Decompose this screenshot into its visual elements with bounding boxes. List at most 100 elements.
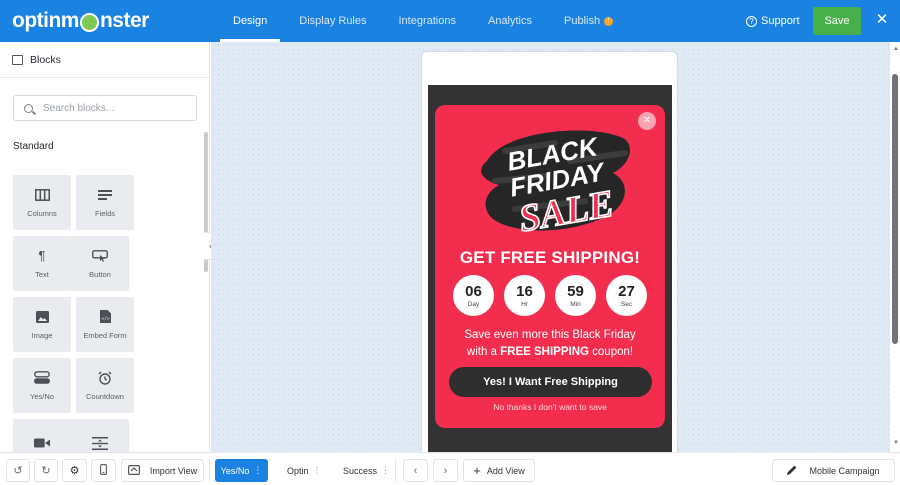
countdown-timer[interactable]: 06 Day 16 Hr 59 Min 27 Sec	[453, 275, 647, 317]
tab-design[interactable]: Design	[220, 0, 281, 42]
sidebar-header: Blocks	[0, 42, 209, 78]
block-label: Embed Form	[83, 330, 127, 340]
countdown-unit: Hr	[521, 300, 528, 308]
add-view-label: Add View	[486, 465, 525, 476]
embed-form-icon: </>	[97, 310, 113, 324]
import-view-label: Import View	[149, 465, 198, 476]
countdown-minutes: 59 Min	[555, 275, 596, 316]
import-icon	[127, 464, 140, 477]
support-link[interactable]: ? Support	[746, 0, 800, 42]
scroll-down-icon[interactable]: ▼	[893, 440, 899, 446]
pencil-icon	[787, 465, 797, 477]
block-text[interactable]: ¶ Text	[13, 236, 71, 291]
video-icon	[34, 436, 50, 450]
block-label: Countdown	[86, 391, 124, 401]
tab-label: Display Rules	[299, 15, 367, 27]
toolbar-divider	[395, 459, 396, 482]
view-tab-success[interactable]: Success ⋮	[343, 459, 390, 482]
countdown-unit: Min	[570, 300, 581, 308]
sidebar-title: Blocks	[30, 53, 61, 66]
tab-analytics[interactable]: Analytics	[475, 0, 545, 42]
block-label: Columns	[27, 208, 57, 218]
countdown-value: 59	[567, 282, 584, 300]
view-options-icon[interactable]: ⋮	[253, 465, 262, 476]
canvas-scroll-thumb[interactable]	[892, 74, 898, 344]
subtext-bold: FREE SHIPPING	[500, 346, 589, 358]
publish-status-badge: !	[604, 16, 614, 26]
tab-display-rules[interactable]: Display Rules	[286, 0, 379, 42]
block-yes-no[interactable]: Yes/No	[13, 358, 71, 413]
top-bar: optinm nster Design Display Rules Integra…	[0, 0, 900, 42]
section-title-standard: Standard	[13, 141, 54, 152]
block-button[interactable]: Button	[71, 236, 129, 291]
save-button[interactable]: Save	[813, 7, 861, 35]
campaign-name-button[interactable]: Mobile Campaign	[772, 459, 895, 482]
logo-text-end: nster	[99, 9, 149, 32]
block-image[interactable]: Image	[13, 297, 71, 352]
popup-headline[interactable]: GET FREE SHIPPING!	[435, 248, 665, 268]
optinmonster-logo[interactable]: optinm nster	[12, 8, 149, 34]
canvas-scrollbar[interactable]: ▲ ▼	[889, 42, 900, 452]
block-embed-form[interactable]: </> Embed Form	[76, 297, 134, 352]
mobile-preview-screen: ✕ BLACK FRIDAY SALE GET FREE SHIPPING! 0…	[428, 85, 672, 465]
block-columns[interactable]: Columns	[13, 175, 71, 230]
block-divider[interactable]	[71, 419, 129, 452]
tab-label: Integrations	[398, 15, 456, 27]
campaign-name-label: Mobile Campaign	[809, 465, 880, 476]
view-tab-yes-no[interactable]: Yes/No ⋮	[215, 459, 268, 482]
countdown-days: 06 Day	[453, 275, 494, 316]
scroll-up-icon[interactable]: ▲	[893, 46, 899, 52]
countdown-unit: Day	[467, 300, 480, 308]
view-tab-label: Success	[343, 465, 378, 476]
view-options-icon[interactable]: ⋮	[381, 465, 390, 476]
search-placeholder: Search blocks...	[43, 102, 115, 114]
campaign-popup[interactable]: ✕ BLACK FRIDAY SALE GET FREE SHIPPING! 0…	[435, 105, 665, 428]
black-friday-sale-graphic[interactable]: BLACK FRIDAY SALE	[475, 121, 635, 239]
redo-button[interactable]: ↻	[34, 459, 58, 482]
popup-subtext[interactable]: Save even more this Black Friday with a …	[435, 327, 665, 361]
view-options-icon[interactable]: ⋮	[313, 465, 322, 476]
block-label: Text	[35, 269, 49, 279]
fields-icon	[97, 188, 113, 202]
help-circle-icon: ?	[746, 15, 757, 27]
chevron-left-icon: ‹	[413, 464, 418, 477]
logo-text-start: optinm	[12, 9, 79, 32]
monster-icon	[79, 12, 99, 32]
cta-button[interactable]: Yes! I Want Free Shipping	[449, 367, 652, 397]
block-label: Fields	[94, 208, 115, 218]
next-view-button[interactable]: ›	[433, 459, 458, 482]
view-tab-label: Optin	[287, 465, 309, 476]
view-tab-optin[interactable]: Optin ⋮	[287, 459, 322, 482]
redo-icon: ↻	[41, 465, 51, 477]
block-countdown[interactable]: Countdown	[76, 358, 134, 413]
tab-publish[interactable]: Publish!	[551, 0, 626, 42]
design-canvas: ✕ BLACK FRIDAY SALE GET FREE SHIPPING! 0…	[211, 42, 889, 465]
search-input[interactable]: Search blocks...	[13, 95, 197, 121]
view-tab-label: Yes/No	[220, 465, 250, 476]
add-view-button[interactable]: + Add View	[463, 459, 535, 482]
main-nav: Design Display Rules Integrations Analyt…	[220, 0, 632, 42]
close-icon[interactable]: ✕	[874, 10, 890, 30]
subtext-line-2: with a FREE SHIPPING coupon!	[435, 344, 665, 361]
block-fields[interactable]: Fields	[76, 175, 134, 230]
tab-integrations[interactable]: Integrations	[386, 0, 469, 42]
button-icon	[92, 249, 108, 263]
countdown-unit: Sec	[620, 300, 633, 308]
decline-link[interactable]: No thanks I don't want to save	[435, 402, 665, 412]
popup-close-icon[interactable]: ✕	[638, 112, 656, 130]
paragraph-icon: ¶	[38, 248, 46, 263]
import-view-button[interactable]: Import View	[121, 459, 204, 482]
settings-button[interactable]: ⚙	[62, 459, 87, 482]
tab-label: Design	[233, 15, 268, 27]
undo-button[interactable]: ↺	[6, 459, 30, 482]
block-label: Image	[31, 330, 53, 340]
subtext-line-1: Save even more this Black Friday	[464, 329, 636, 341]
countdown-seconds: 27 Sec	[606, 275, 647, 316]
tab-label: Publish	[564, 15, 601, 27]
device-preview-button[interactable]	[91, 459, 116, 482]
block-video[interactable]	[13, 419, 71, 452]
yes-no-icon	[34, 371, 50, 385]
countdown-hours: 16 Hr	[504, 275, 545, 316]
blocks-icon	[12, 54, 23, 65]
previous-view-button[interactable]: ‹	[403, 459, 428, 482]
